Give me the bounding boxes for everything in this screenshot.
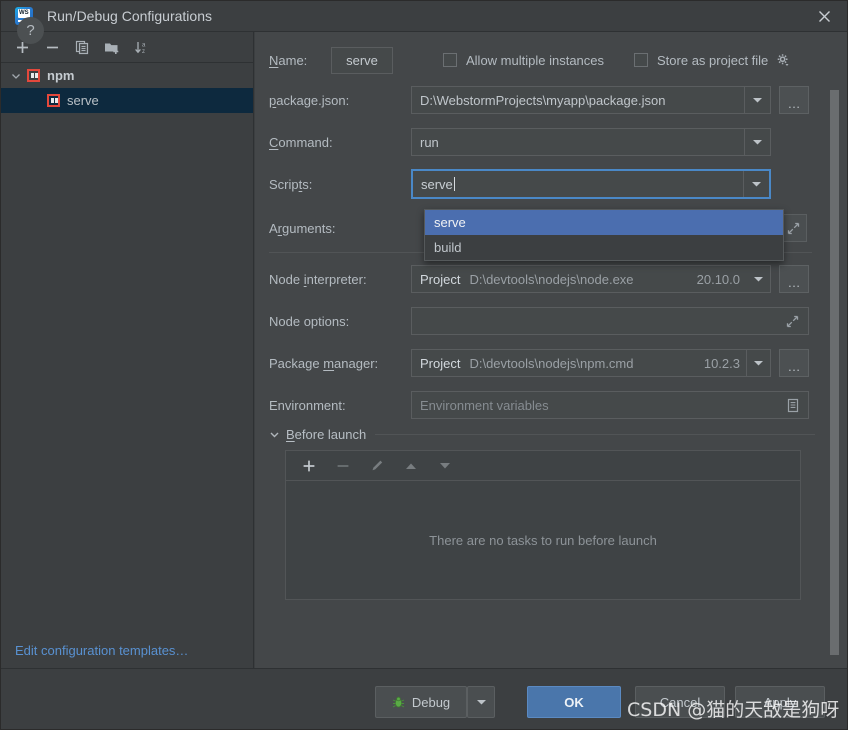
environment-input[interactable]: Environment variables [411,391,809,419]
node-interpreter-version: 20.10.0 [696,271,740,287]
package-json-value: D:\WebstormProjects\myapp\package.json [420,92,666,108]
browse-package-manager-button[interactable]: … [779,349,809,377]
sort-alphabetically-icon[interactable]: a z [127,34,157,60]
checkbox-box [443,53,457,67]
folder-add-icon[interactable] [97,34,127,60]
name-row: Name: serve Allow multiple instances Sto… [269,46,829,74]
package-manager-label: Package manager: [269,355,379,371]
before-launch-separator [375,434,815,435]
package-manager-combo[interactable]: Project D:\devtools\nodejs\npm.cmd 10.2.… [411,349,771,377]
tree-item-serve[interactable]: serve [1,88,253,113]
tree-item-label: serve [67,93,99,108]
before-launch-tasks-panel: There are no tasks to run before launch [285,450,801,600]
copy-icon[interactable] [67,34,97,60]
browse-node-interpreter-button[interactable]: … [779,265,809,293]
npm-icon [47,94,60,107]
configuration-form-panel: Name: serve Allow multiple instances Sto… [255,32,847,669]
command-value: run [420,134,439,150]
cancel-button[interactable]: Cancel [635,686,725,718]
scripts-value: serve [421,176,455,192]
node-interpreter-scope: Project [420,271,461,287]
gear-icon[interactable] [775,52,791,68]
ok-button[interactable]: OK [527,686,621,718]
package-manager-version: 10.2.3 [703,355,740,371]
scripts-row: Scripts: serve serve build [269,169,829,261]
scripts-dropdown-list[interactable]: serve build [424,209,784,261]
debug-button[interactable]: Debug [375,686,467,718]
close-icon[interactable] [801,1,847,32]
svg-text:a: a [142,42,146,48]
package-manager-row: Package manager: Project D:\devtools\nod… [269,349,829,377]
allow-multiple-instances-checkbox[interactable]: Allow multiple instances [443,53,604,68]
debug-dropdown-button[interactable] [467,686,495,718]
chevron-down-icon[interactable] [744,129,770,155]
command-combo[interactable]: run [411,128,771,156]
help-button[interactable]: ? [17,17,44,44]
scripts-dropdown-option-build[interactable]: build [425,235,783,260]
name-label: Name: [269,52,308,68]
text-caret [453,176,455,191]
node-options-label: Node options: [269,313,350,329]
node-interpreter-row: Node interpreter: Project D:\devtools\no… [269,265,829,293]
window-titlebar: WS Run/Debug Configurations [1,1,847,32]
window-title: Run/Debug Configurations [47,8,212,24]
debug-button-label: Debug [411,694,451,710]
environment-placeholder: Environment variables [420,397,549,413]
package-json-label: package.json: [269,92,350,108]
scripts-input[interactable]: serve [411,169,771,199]
tree-group-label: npm [47,68,75,83]
arrow-up-icon [394,454,428,478]
allow-multiple-instances-label: Allow multiple instances [466,52,605,68]
before-launch-toolbar [286,451,800,481]
node-options-row: Node options: [269,307,829,335]
apply-button[interactable]: Apply [735,686,825,718]
bug-icon [392,696,405,709]
package-manager-path: D:\devtools\nodejs\npm.cmd [469,355,634,371]
before-launch-title: Before launch [286,427,367,442]
form-vertical-scrollbar[interactable] [830,90,839,655]
chevron-down-icon[interactable] [746,350,770,376]
configuration-form: Name: serve Allow multiple instances Sto… [255,32,829,669]
browse-package-json-button[interactable]: … [779,86,809,114]
configurations-sidebar: a z npm serve Edit configuration templat… [1,32,254,669]
scripts-dropdown-option-serve[interactable]: serve [425,210,783,235]
node-interpreter-path: D:\devtools\nodejs\node.exe [469,271,634,287]
package-manager-scope: Project [420,355,461,371]
node-interpreter-combo[interactable]: Project D:\devtools\nodejs\node.exe 20.1… [411,265,771,293]
command-row: Command: run [269,128,829,156]
pencil-icon [360,454,394,478]
chevron-down-icon[interactable] [744,87,770,113]
npm-icon [27,69,40,82]
node-interpreter-label: Node interpreter: [269,271,367,287]
configurations-tree: npm serve [1,63,253,113]
command-label: Command: [269,134,333,150]
before-launch-empty-text: There are no tasks to run before launch [429,532,657,548]
environment-label: Environment: [269,397,346,413]
environment-variables-editor-icon[interactable] [786,398,800,413]
store-as-project-file-checkbox[interactable]: Store as project file [634,52,791,68]
scripts-label: Scripts: [269,176,313,192]
remove-task-button [326,454,360,478]
run-debug-configurations-dialog: WS Run/Debug Configurations a z npm serv… [0,0,848,730]
chevron-down-icon [9,71,23,81]
svg-text:z: z [142,49,145,55]
environment-row: Environment: Environment variables [269,391,829,419]
add-task-button[interactable] [292,454,326,478]
name-input[interactable]: serve [331,46,393,74]
arrow-down-icon [428,454,462,478]
node-options-input[interactable] [411,307,809,335]
chevron-down-icon[interactable] [746,266,770,292]
checkbox-box [634,53,649,67]
tree-group-npm[interactable]: npm [1,63,253,88]
chevron-down-icon[interactable] [743,171,769,197]
chevron-down-icon[interactable] [269,429,280,440]
arguments-label: Arguments: [269,220,336,236]
store-as-project-file-label: Store as project file [657,52,769,68]
expand-node-options-icon[interactable] [785,314,800,329]
package-json-combo[interactable]: D:\WebstormProjects\myapp\package.json [411,86,771,114]
package-json-row: package.json: D:\WebstormProjects\myapp\… [269,86,829,114]
before-launch-header[interactable]: Before launch [269,427,829,442]
edit-configuration-templates-link[interactable]: Edit configuration templates… [1,631,254,669]
